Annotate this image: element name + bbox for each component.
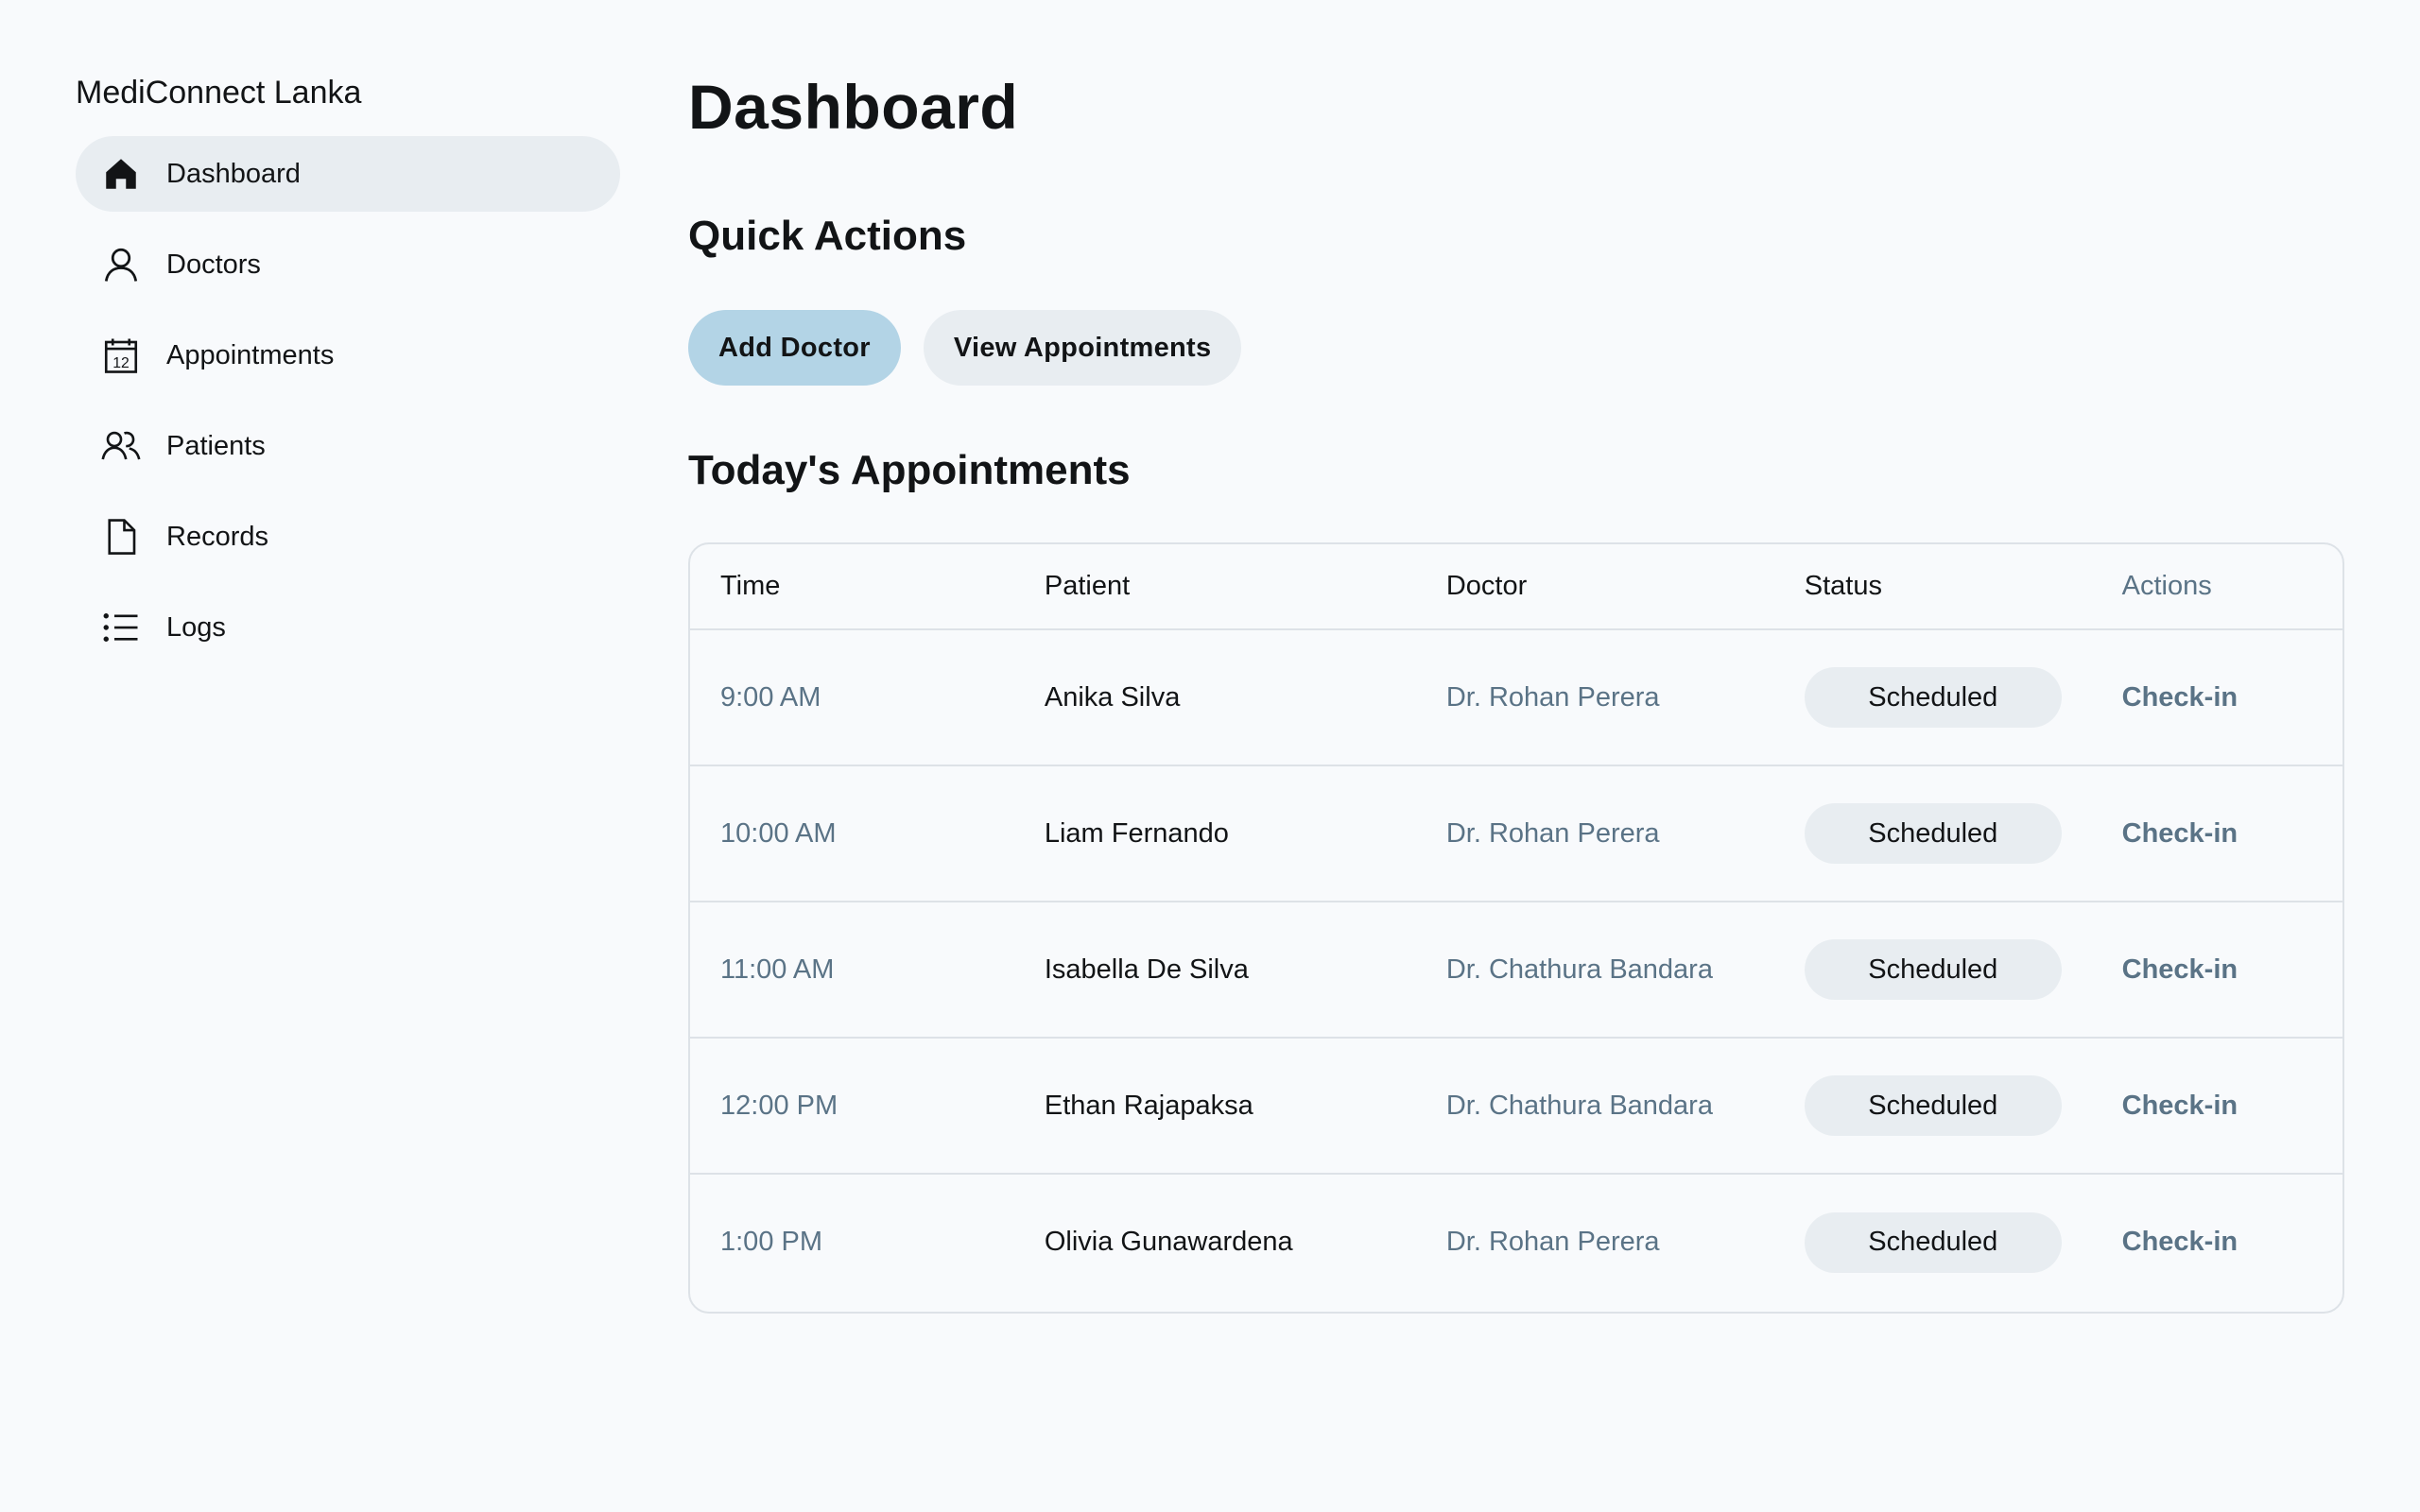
sidebar-item-patients[interactable]: Patients: [76, 408, 620, 484]
quick-actions-title: Quick Actions: [688, 213, 967, 259]
appointment-time: 12:00 PM: [720, 1090, 838, 1121]
patient-name: Olivia Gunawardena: [1044, 1227, 1293, 1257]
appointment-time: 10:00 AM: [720, 817, 837, 849]
sidebar-item-label: Patients: [166, 430, 266, 461]
column-header-time: Time: [720, 571, 781, 601]
sidebar: MediConnect Lanka Dashboard Doctors 12 A…: [76, 68, 620, 680]
check-in-button[interactable]: Check-in: [2122, 1091, 2238, 1121]
file-icon: [100, 516, 142, 558]
patient-name: Isabella De Silva: [1044, 954, 1249, 985]
patient-name: Liam Fernando: [1044, 817, 1229, 849]
doctor-name: Dr. Rohan Perera: [1445, 681, 1660, 713]
table-row: 9:00 AM Anika Silva Dr. Rohan Perera Sch…: [690, 629, 2342, 765]
sidebar-item-label: Appointments: [166, 339, 335, 370]
app-root: MediConnect Lanka Dashboard Doctors 12 A…: [0, 0, 2420, 1512]
brand-title: MediConnect Lanka: [76, 75, 362, 111]
sidebar-item-dashboard[interactable]: Dashboard: [76, 136, 620, 212]
table-row: 10:00 AM Liam Fernando Dr. Rohan Perera …: [690, 765, 2342, 902]
patient-name: Anika Silva: [1044, 681, 1181, 713]
patient-name: Ethan Rajapaksa: [1044, 1090, 1253, 1121]
appointment-time: 9:00 AM: [720, 681, 821, 713]
sidebar-item-logs[interactable]: Logs: [76, 590, 620, 665]
sidebar-item-doctors[interactable]: Doctors: [76, 227, 620, 302]
list-icon: [100, 607, 142, 648]
view-appointments-button[interactable]: View Appointments: [923, 310, 1242, 386]
doctor-name: Dr. Chathura Bandara: [1445, 954, 1713, 985]
sidebar-item-label: Doctors: [166, 249, 261, 280]
users-icon: [100, 425, 142, 467]
calendar-icon: 12: [100, 335, 142, 376]
appointment-time: 11:00 AM: [720, 954, 835, 985]
table-row: 1:00 PM Olivia Gunawardena Dr. Rohan Per…: [690, 1174, 2342, 1310]
check-in-button[interactable]: Check-in: [2122, 682, 2238, 713]
sidebar-item-label: Records: [166, 521, 268, 552]
sidebar-item-appointments[interactable]: 12 Appointments: [76, 318, 620, 393]
page-title: Dashboard: [688, 72, 1019, 142]
appointment-time: 1:00 PM: [720, 1227, 822, 1257]
appointments-table: Time Patient Doctor Status Actions 9:00 …: [688, 542, 2344, 1314]
status-badge: Scheduled: [1804, 1075, 2062, 1136]
calendar-day: 12: [112, 355, 130, 371]
table-row: 11:00 AM Isabella De Silva Dr. Chathura …: [690, 902, 2342, 1038]
status-badge: Scheduled: [1804, 803, 2062, 864]
status-badge: Scheduled: [1804, 1211, 2062, 1273]
column-header-patient: Patient: [1044, 571, 1131, 601]
sidebar-item-records[interactable]: Records: [76, 499, 620, 575]
status-badge: Scheduled: [1804, 939, 2062, 1000]
check-in-button[interactable]: Check-in: [2122, 818, 2238, 849]
table-header-row: Time Patient Doctor Status Actions: [690, 544, 2342, 629]
check-in-button[interactable]: Check-in: [2122, 1227, 2238, 1257]
user-icon: [100, 244, 142, 285]
add-doctor-button[interactable]: Add Doctor: [688, 310, 901, 386]
doctor-name: Dr. Rohan Perera: [1445, 817, 1660, 849]
column-header-doctor: Doctor: [1445, 571, 1528, 601]
doctor-name: Dr. Chathura Bandara: [1445, 1090, 1713, 1121]
quick-actions: Add Doctor View Appointments: [688, 310, 1242, 386]
doctor-name: Dr. Rohan Perera: [1445, 1227, 1660, 1257]
check-in-button[interactable]: Check-in: [2122, 954, 2238, 985]
sidebar-nav: Dashboard Doctors 12 Appointments Patien…: [76, 136, 620, 665]
column-header-status: Status: [1804, 571, 1882, 601]
sidebar-item-label: Dashboard: [166, 158, 301, 189]
sidebar-item-label: Logs: [166, 611, 226, 643]
column-header-actions: Actions: [2121, 571, 2212, 601]
table-row: 12:00 PM Ethan Rajapaksa Dr. Chathura Ba…: [690, 1038, 2342, 1174]
appointments-title: Today's Appointments: [688, 447, 1131, 493]
home-icon: [100, 153, 142, 195]
status-badge: Scheduled: [1804, 667, 2062, 728]
